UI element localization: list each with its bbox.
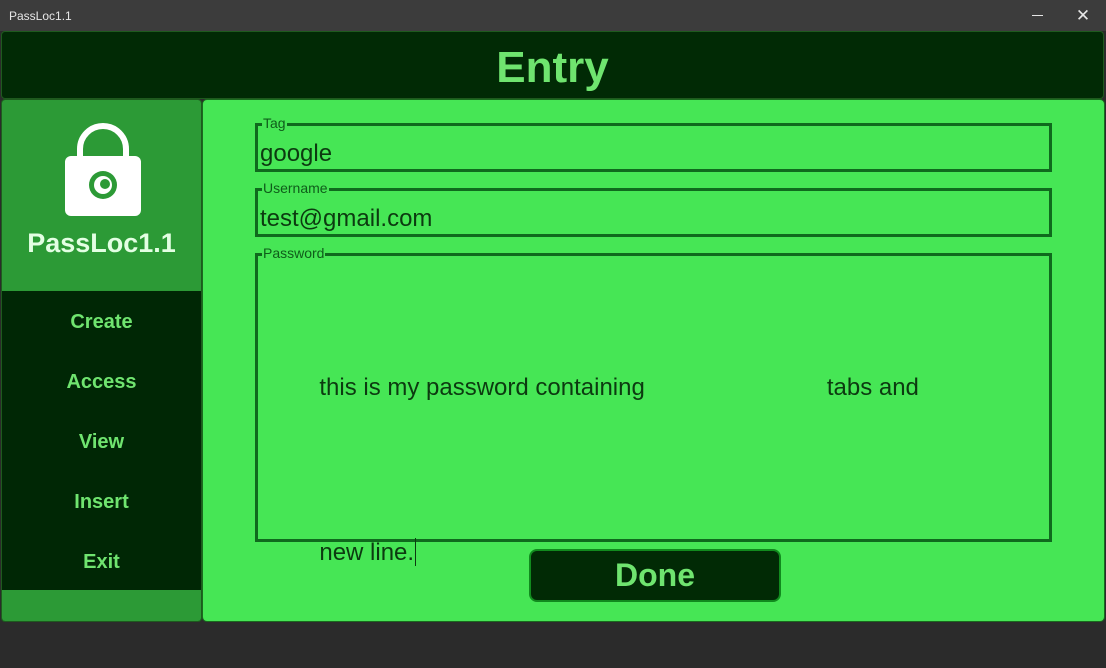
- window-title: PassLoc1.1: [9, 9, 72, 23]
- password-line1-start: this is my password containing: [319, 374, 645, 401]
- password-line1-end: tabs and: [826, 374, 919, 401]
- page-title: Entry: [496, 43, 609, 92]
- page-header: Entry: [1, 31, 1104, 99]
- sidebar-footer: [2, 590, 201, 621]
- password-field[interactable]: Password this is my password containing t…: [255, 246, 1052, 566]
- sidebar: PassLoc1.1 Create Access View Insert Exi…: [1, 99, 202, 622]
- tag-value[interactable]: google: [260, 140, 332, 168]
- text-caret: [415, 538, 417, 566]
- lock-icon: [65, 123, 141, 216]
- done-button[interactable]: Done: [529, 549, 781, 602]
- nav-view[interactable]: View: [2, 422, 201, 462]
- password-value[interactable]: this is my password containing tabs and n…: [266, 272, 919, 668]
- tag-label: Tag: [262, 115, 287, 131]
- nav-create[interactable]: Create: [2, 302, 201, 342]
- entry-form-panel: Tag google Username test@gmail.com Passw…: [202, 99, 1105, 622]
- minimize-icon: [1031, 15, 1043, 16]
- minimize-button[interactable]: [1014, 0, 1060, 31]
- nav-exit[interactable]: Exit: [2, 542, 201, 582]
- brand-name: PassLoc1.1: [27, 228, 176, 258]
- close-button[interactable]: ✕: [1060, 0, 1106, 31]
- username-field[interactable]: Username test@gmail.com: [255, 181, 1052, 237]
- close-icon: ✕: [1075, 5, 1091, 25]
- password-line2: new line.: [319, 539, 415, 566]
- username-label: Username: [262, 180, 329, 196]
- brand-panel: PassLoc1.1: [2, 100, 201, 291]
- password-label: Password: [262, 245, 326, 261]
- username-value[interactable]: test@gmail.com: [260, 205, 432, 233]
- tag-field[interactable]: Tag google: [255, 116, 1052, 172]
- nav-access[interactable]: Access: [2, 362, 201, 402]
- window-titlebar: PassLoc1.1 ✕: [0, 0, 1106, 31]
- nav-insert[interactable]: Insert: [2, 482, 201, 522]
